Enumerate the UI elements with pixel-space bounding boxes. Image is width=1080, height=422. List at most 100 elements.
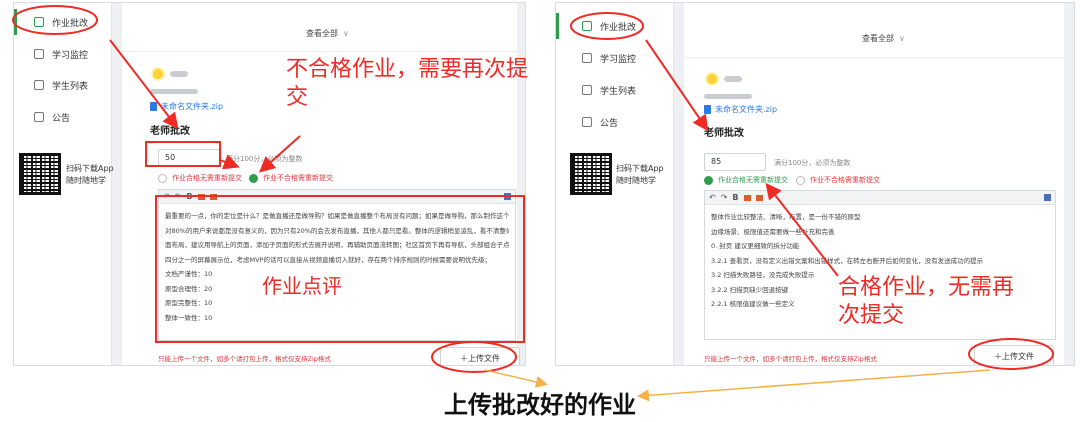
divider xyxy=(684,57,1064,58)
undo-icon[interactable]: ↶ xyxy=(163,192,170,201)
attachment-name: 未命名文件夹.zip xyxy=(161,102,224,111)
plus-icon: ＋ xyxy=(994,351,1002,361)
score-input[interactable]: 85 xyxy=(704,153,766,171)
arrow-left-to-caption xyxy=(484,369,548,388)
qr-caption: 扫码下载App 随时随地学 xyxy=(66,163,114,187)
sidebar-item-announcement[interactable]: 公告 xyxy=(556,105,674,139)
comment-line: 最重要的一点，你的定位是什么？是做直播还是做导购？如果是做直播整个布局没有问题；… xyxy=(165,212,509,220)
sidebar-item-label: 公告 xyxy=(52,113,71,124)
comment-line: 0. 封页 建议更细致的拆分功能 xyxy=(711,242,800,250)
editor-toolbar: ↶ ↷ B xyxy=(705,191,1055,205)
radio-fail[interactable]: 作业不合格需重新提交 xyxy=(796,175,880,185)
radio-circle xyxy=(796,175,805,185)
sidebar-item-announcement[interactable]: 公告 xyxy=(14,100,112,134)
homework-edit-icon xyxy=(582,21,592,31)
attachment-link[interactable]: 未命名文件夹.zip xyxy=(150,101,223,112)
bold-icon[interactable]: B xyxy=(186,192,192,201)
sidebar-item-study-monitor[interactable]: 学习监控 xyxy=(556,41,674,75)
avatar xyxy=(704,71,720,87)
page-caption: 上传批改好的作业 xyxy=(444,391,636,419)
view-all-label: 查看全部 xyxy=(306,29,338,38)
view-all-label: 查看全部 xyxy=(862,34,894,43)
upload-note: 只能上传一个文件，如多个请打包上传，格式仅支持Zip格式 xyxy=(704,355,877,363)
redo-icon[interactable]: ↷ xyxy=(175,192,182,201)
download-icon xyxy=(704,105,711,114)
radio-fail-label: 作业不合格需重新提交 xyxy=(263,174,333,182)
comment-line: 整体作业比较整洁、清晰，布置，是一份不错的原型 xyxy=(711,213,861,221)
upload-button-label: 上传文件 xyxy=(468,353,500,363)
sidebar-item-label: 学生列表 xyxy=(52,81,89,92)
divider xyxy=(122,51,517,52)
qr-caption: 扫码下载App 随时随地学 xyxy=(616,163,664,187)
qr-code xyxy=(19,153,61,195)
image-icon[interactable] xyxy=(197,193,205,200)
comment-line: 面布局，建议用导航上的页面，添加子页面的形式去展开说明，再辅助页面流转图；社区首… xyxy=(165,241,509,249)
radio-fail-label: 作业不合格需重新提交 xyxy=(810,176,880,184)
qr-caption-line1: 扫码下载App xyxy=(66,164,114,173)
radio-pass[interactable]: 作业合格无需重新提交 xyxy=(704,175,788,185)
upload-file-button[interactable]: ＋上传文件 xyxy=(440,347,520,365)
upload-file-button[interactable]: ＋上传文件 xyxy=(974,345,1054,365)
sidebar-item-label: 作业批改 xyxy=(600,22,637,33)
redo-icon[interactable]: ↷ xyxy=(721,193,728,202)
radio-fail[interactable]: 作业不合格需重新提交 xyxy=(249,173,333,183)
chevron-down-icon: ∨ xyxy=(899,34,905,43)
attachment-name: 未命名文件夹.zip xyxy=(715,105,778,114)
view-all-dropdown[interactable]: 查看全部 ∨ xyxy=(862,33,905,44)
student-name xyxy=(724,76,742,82)
announcement-icon xyxy=(34,112,44,122)
student-list-icon xyxy=(34,80,44,90)
sidebar-item-study-monitor[interactable]: 学习监控 xyxy=(14,37,112,71)
comment-line: 四分之一的屏幕展示位，考虑MVP的话可以直接从视频直播切入就好，存在两个排序规则… xyxy=(165,255,491,264)
avatar xyxy=(150,66,166,82)
score-hint: 满分100分，必须为整数 xyxy=(774,159,851,167)
announcement-icon xyxy=(582,117,592,127)
fullscreen-icon[interactable] xyxy=(504,193,511,200)
qr-caption-line2: 随时随地学 xyxy=(616,176,656,185)
comment-text[interactable]: 最重要的一点，你的定位是什么？是做直播还是做导购？如果是做直播整个布局没有问题；… xyxy=(159,204,515,330)
qr-code xyxy=(570,153,612,195)
qr-caption-line1: 扫码下载App xyxy=(616,164,664,173)
score-input[interactable]: 50 xyxy=(158,149,220,167)
comment-line: 对80%的用户来说都是没有意义的，因为只有20%的会去发布直播，其他人都只是看。… xyxy=(165,226,509,235)
editor-toolbar: ↶ ↷ B xyxy=(159,190,515,204)
student-id xyxy=(704,94,752,99)
monitor-icon xyxy=(34,49,44,59)
homework-edit-icon xyxy=(34,17,44,27)
download-icon xyxy=(150,102,157,111)
radio-pass-label: 作业合格无需重新提交 xyxy=(172,174,242,182)
chevron-down-icon: ∨ xyxy=(343,29,349,38)
sidebar-item-label: 学习监控 xyxy=(52,50,89,61)
student-id xyxy=(150,89,198,94)
image-icon[interactable] xyxy=(743,194,751,201)
annotation-fail: 不合格作业，需要再次提交 xyxy=(286,57,529,110)
comment-editor[interactable]: ↶ ↷ B 最重要的一点，你的定位是什么？是做直播还是做导购？如果是做直播整个布… xyxy=(158,189,516,341)
sidebar-item-label: 作业批改 xyxy=(52,18,89,29)
undo-icon[interactable]: ↶ xyxy=(709,193,716,202)
upload-button-label: 上传文件 xyxy=(1002,351,1034,361)
section-title: 老师批改 xyxy=(150,126,190,137)
radio-pass[interactable]: 作业合格无需重新提交 xyxy=(158,173,242,183)
radio-checked-icon xyxy=(704,175,713,185)
view-all-dropdown[interactable]: 查看全部 ∨ xyxy=(306,28,349,39)
sidebar-item-student-list[interactable]: 学生列表 xyxy=(556,73,674,107)
annotation-pass: 合格作业，无需再次提交 xyxy=(838,275,1015,328)
sidebar-item-label: 公告 xyxy=(600,118,619,129)
comment-line: 整体一致性：10 xyxy=(165,313,213,322)
sidebar-item-label: 学习监控 xyxy=(600,54,637,65)
table-icon[interactable] xyxy=(209,193,217,200)
student-name xyxy=(170,71,188,77)
section-title: 老师批改 xyxy=(704,128,744,139)
comment-line: 边缘场景、极限值还需要做一些补充和完善 xyxy=(711,227,835,236)
radio-pass-label: 作业合格无需重新提交 xyxy=(718,176,788,184)
student-list-icon xyxy=(582,85,592,95)
attachment-link[interactable]: 未命名文件夹.zip xyxy=(704,104,777,115)
sidebar-item-homework-review[interactable]: 作业批改 xyxy=(556,9,674,43)
bold-icon[interactable]: B xyxy=(732,193,738,202)
table-icon[interactable] xyxy=(755,194,763,201)
sidebar-item-homework-review[interactable]: 作业批改 xyxy=(14,5,112,39)
sidebar-item-student-list[interactable]: 学生列表 xyxy=(14,68,112,102)
fullscreen-icon[interactable] xyxy=(1044,194,1051,201)
comment-line: 3.2.1 查看页，没有定义出错文案和出错样式，在转左右断开后如何变化，没有发送… xyxy=(711,256,984,265)
upload-note: 只能上传一个文件，如多个请打包上传，格式仅支持Zip格式 xyxy=(158,355,331,363)
